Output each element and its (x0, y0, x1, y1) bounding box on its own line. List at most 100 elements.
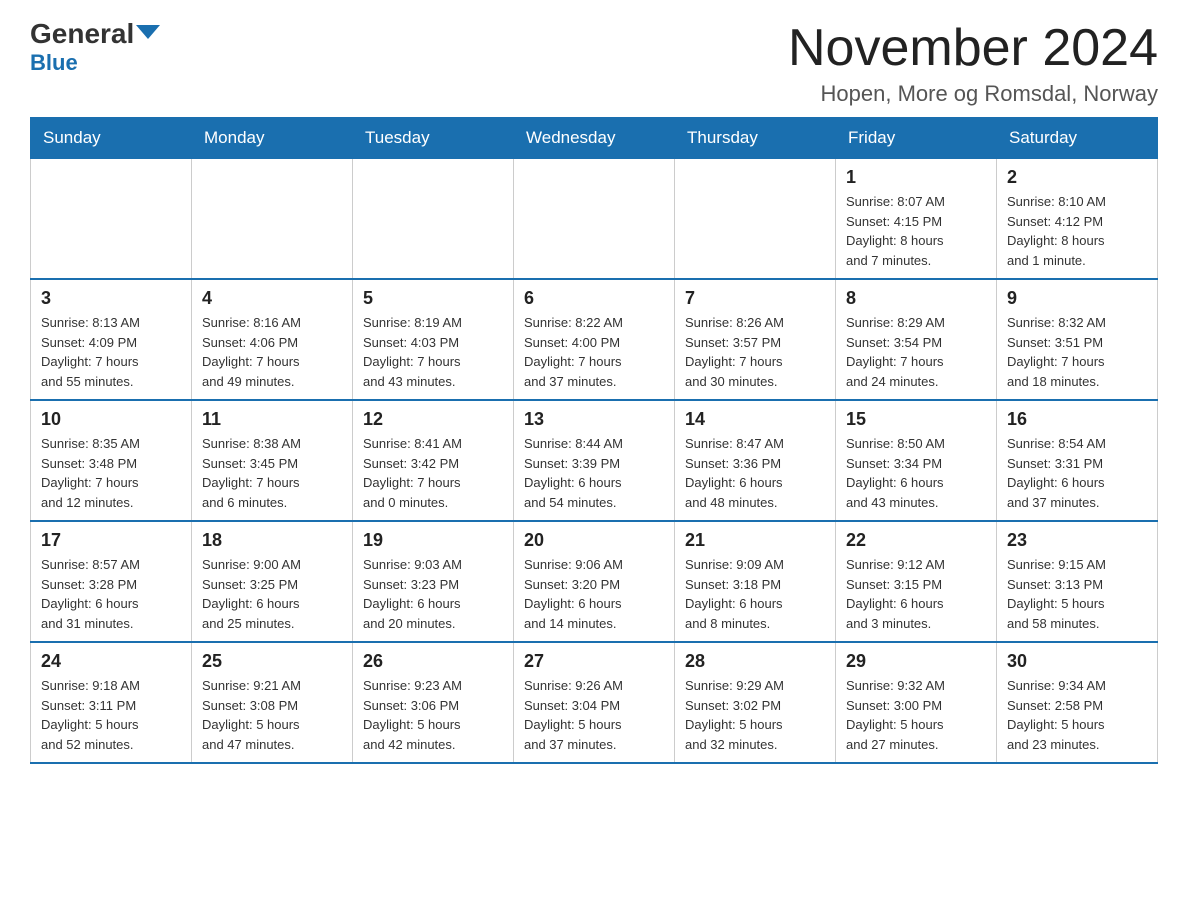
day-number: 15 (846, 409, 986, 430)
day-info: Sunrise: 8:10 AM Sunset: 4:12 PM Dayligh… (1007, 192, 1147, 270)
calendar-cell (514, 159, 675, 280)
day-header-saturday: Saturday (997, 118, 1158, 159)
logo-text: General (30, 20, 160, 48)
calendar-cell: 5 Sunrise: 8:19 AM Sunset: 4:03 PM Daylig… (353, 279, 514, 400)
day-info: Sunrise: 8:07 AM Sunset: 4:15 PM Dayligh… (846, 192, 986, 270)
day-number: 19 (363, 530, 503, 551)
day-header-row: SundayMondayTuesdayWednesdayThursdayFrid… (31, 118, 1158, 159)
day-info: Sunrise: 8:41 AM Sunset: 3:42 PM Dayligh… (363, 434, 503, 512)
calendar-cell: 17 Sunrise: 8:57 AM Sunset: 3:28 PM Dayli… (31, 521, 192, 642)
day-info: Sunrise: 8:32 AM Sunset: 3:51 PM Dayligh… (1007, 313, 1147, 391)
day-info: Sunrise: 8:44 AM Sunset: 3:39 PM Dayligh… (524, 434, 664, 512)
day-info: Sunrise: 8:50 AM Sunset: 3:34 PM Dayligh… (846, 434, 986, 512)
calendar-cell: 20 Sunrise: 9:06 AM Sunset: 3:20 PM Dayli… (514, 521, 675, 642)
day-info: Sunrise: 9:29 AM Sunset: 3:02 PM Dayligh… (685, 676, 825, 754)
calendar-cell: 1Sunrise: 8:07 AM Sunset: 4:15 PM Daylig… (836, 159, 997, 280)
day-info: Sunrise: 9:06 AM Sunset: 3:20 PM Dayligh… (524, 555, 664, 633)
day-number: 17 (41, 530, 181, 551)
calendar-cell: 4Sunrise: 8:16 AM Sunset: 4:06 PM Daylig… (192, 279, 353, 400)
day-number: 16 (1007, 409, 1147, 430)
calendar-cell: 2 Sunrise: 8:10 AM Sunset: 4:12 PM Daylig… (997, 159, 1158, 280)
title-area: November 2024 Hopen, More og Romsdal, No… (788, 20, 1158, 107)
day-number: 5 (363, 288, 503, 309)
day-number: 23 (1007, 530, 1147, 551)
calendar-table: SundayMondayTuesdayWednesdayThursdayFrid… (30, 117, 1158, 764)
calendar-cell: 8Sunrise: 8:29 AM Sunset: 3:54 PM Daylig… (836, 279, 997, 400)
day-info: Sunrise: 8:22 AM Sunset: 4:00 PM Dayligh… (524, 313, 664, 391)
calendar-cell: 15 Sunrise: 8:50 AM Sunset: 3:34 PM Dayli… (836, 400, 997, 521)
calendar-cell: 3 Sunrise: 8:13 AM Sunset: 4:09 PM Daylig… (31, 279, 192, 400)
logo-subtitle: Blue (30, 50, 78, 76)
day-info: Sunrise: 8:35 AM Sunset: 3:48 PM Dayligh… (41, 434, 181, 512)
day-info: Sunrise: 8:38 AM Sunset: 3:45 PM Dayligh… (202, 434, 342, 512)
calendar-cell: 14 Sunrise: 8:47 AM Sunset: 3:36 PM Dayli… (675, 400, 836, 521)
day-info: Sunrise: 9:00 AM Sunset: 3:25 PM Dayligh… (202, 555, 342, 633)
calendar-cell: 21 Sunrise: 9:09 AM Sunset: 3:18 PM Dayli… (675, 521, 836, 642)
calendar-cell: 16 Sunrise: 8:54 AM Sunset: 3:31 PM Dayli… (997, 400, 1158, 521)
calendar-cell: 29 Sunrise: 9:32 AM Sunset: 3:00 PM Dayli… (836, 642, 997, 763)
logo-triangle-icon (136, 25, 160, 39)
calendar-week-row: 10Sunrise: 8:35 AM Sunset: 3:48 PM Dayli… (31, 400, 1158, 521)
day-number: 13 (524, 409, 664, 430)
calendar-week-row: 1Sunrise: 8:07 AM Sunset: 4:15 PM Daylig… (31, 159, 1158, 280)
day-info: Sunrise: 9:09 AM Sunset: 3:18 PM Dayligh… (685, 555, 825, 633)
day-number: 24 (41, 651, 181, 672)
day-header-sunday: Sunday (31, 118, 192, 159)
calendar-cell (31, 159, 192, 280)
calendar-cell: 22Sunrise: 9:12 AM Sunset: 3:15 PM Dayli… (836, 521, 997, 642)
day-number: 8 (846, 288, 986, 309)
calendar-cell: 7Sunrise: 8:26 AM Sunset: 3:57 PM Daylig… (675, 279, 836, 400)
calendar-cell: 27 Sunrise: 9:26 AM Sunset: 3:04 PM Dayli… (514, 642, 675, 763)
calendar-cell (675, 159, 836, 280)
calendar-cell: 6 Sunrise: 8:22 AM Sunset: 4:00 PM Daylig… (514, 279, 675, 400)
calendar-week-row: 3 Sunrise: 8:13 AM Sunset: 4:09 PM Daylig… (31, 279, 1158, 400)
day-number: 26 (363, 651, 503, 672)
day-number: 3 (41, 288, 181, 309)
day-number: 29 (846, 651, 986, 672)
calendar-cell: 25Sunrise: 9:21 AM Sunset: 3:08 PM Dayli… (192, 642, 353, 763)
day-info: Sunrise: 9:32 AM Sunset: 3:00 PM Dayligh… (846, 676, 986, 754)
day-number: 27 (524, 651, 664, 672)
day-number: 22 (846, 530, 986, 551)
calendar-cell: 23 Sunrise: 9:15 AM Sunset: 3:13 PM Dayli… (997, 521, 1158, 642)
day-info: Sunrise: 8:54 AM Sunset: 3:31 PM Dayligh… (1007, 434, 1147, 512)
day-number: 18 (202, 530, 342, 551)
day-number: 6 (524, 288, 664, 309)
day-number: 14 (685, 409, 825, 430)
day-number: 4 (202, 288, 342, 309)
day-number: 11 (202, 409, 342, 430)
day-number: 12 (363, 409, 503, 430)
calendar-cell: 9 Sunrise: 8:32 AM Sunset: 3:51 PM Daylig… (997, 279, 1158, 400)
day-info: Sunrise: 8:13 AM Sunset: 4:09 PM Dayligh… (41, 313, 181, 391)
day-number: 30 (1007, 651, 1147, 672)
day-info: Sunrise: 9:23 AM Sunset: 3:06 PM Dayligh… (363, 676, 503, 754)
day-header-monday: Monday (192, 118, 353, 159)
calendar-cell: 13 Sunrise: 8:44 AM Sunset: 3:39 PM Dayli… (514, 400, 675, 521)
day-number: 2 (1007, 167, 1147, 188)
calendar-cell: 19 Sunrise: 9:03 AM Sunset: 3:23 PM Dayli… (353, 521, 514, 642)
calendar-cell (353, 159, 514, 280)
day-info: Sunrise: 8:47 AM Sunset: 3:36 PM Dayligh… (685, 434, 825, 512)
calendar-week-row: 24Sunrise: 9:18 AM Sunset: 3:11 PM Dayli… (31, 642, 1158, 763)
page-header: General Blue November 2024 Hopen, More o… (30, 20, 1158, 107)
calendar-cell: 11 Sunrise: 8:38 AM Sunset: 3:45 PM Dayli… (192, 400, 353, 521)
calendar-cell: 24Sunrise: 9:18 AM Sunset: 3:11 PM Dayli… (31, 642, 192, 763)
day-info: Sunrise: 9:03 AM Sunset: 3:23 PM Dayligh… (363, 555, 503, 633)
day-number: 20 (524, 530, 664, 551)
day-info: Sunrise: 8:19 AM Sunset: 4:03 PM Dayligh… (363, 313, 503, 391)
day-header-wednesday: Wednesday (514, 118, 675, 159)
day-number: 21 (685, 530, 825, 551)
day-info: Sunrise: 9:15 AM Sunset: 3:13 PM Dayligh… (1007, 555, 1147, 633)
day-number: 9 (1007, 288, 1147, 309)
location-subtitle: Hopen, More og Romsdal, Norway (788, 81, 1158, 107)
day-number: 7 (685, 288, 825, 309)
calendar-cell: 12 Sunrise: 8:41 AM Sunset: 3:42 PM Dayli… (353, 400, 514, 521)
calendar-cell: 10Sunrise: 8:35 AM Sunset: 3:48 PM Dayli… (31, 400, 192, 521)
day-header-friday: Friday (836, 118, 997, 159)
day-info: Sunrise: 9:26 AM Sunset: 3:04 PM Dayligh… (524, 676, 664, 754)
day-info: Sunrise: 9:21 AM Sunset: 3:08 PM Dayligh… (202, 676, 342, 754)
calendar-cell: 30Sunrise: 9:34 AM Sunset: 2:58 PM Dayli… (997, 642, 1158, 763)
day-info: Sunrise: 8:57 AM Sunset: 3:28 PM Dayligh… (41, 555, 181, 633)
calendar-cell: 18 Sunrise: 9:00 AM Sunset: 3:25 PM Dayli… (192, 521, 353, 642)
day-header-tuesday: Tuesday (353, 118, 514, 159)
